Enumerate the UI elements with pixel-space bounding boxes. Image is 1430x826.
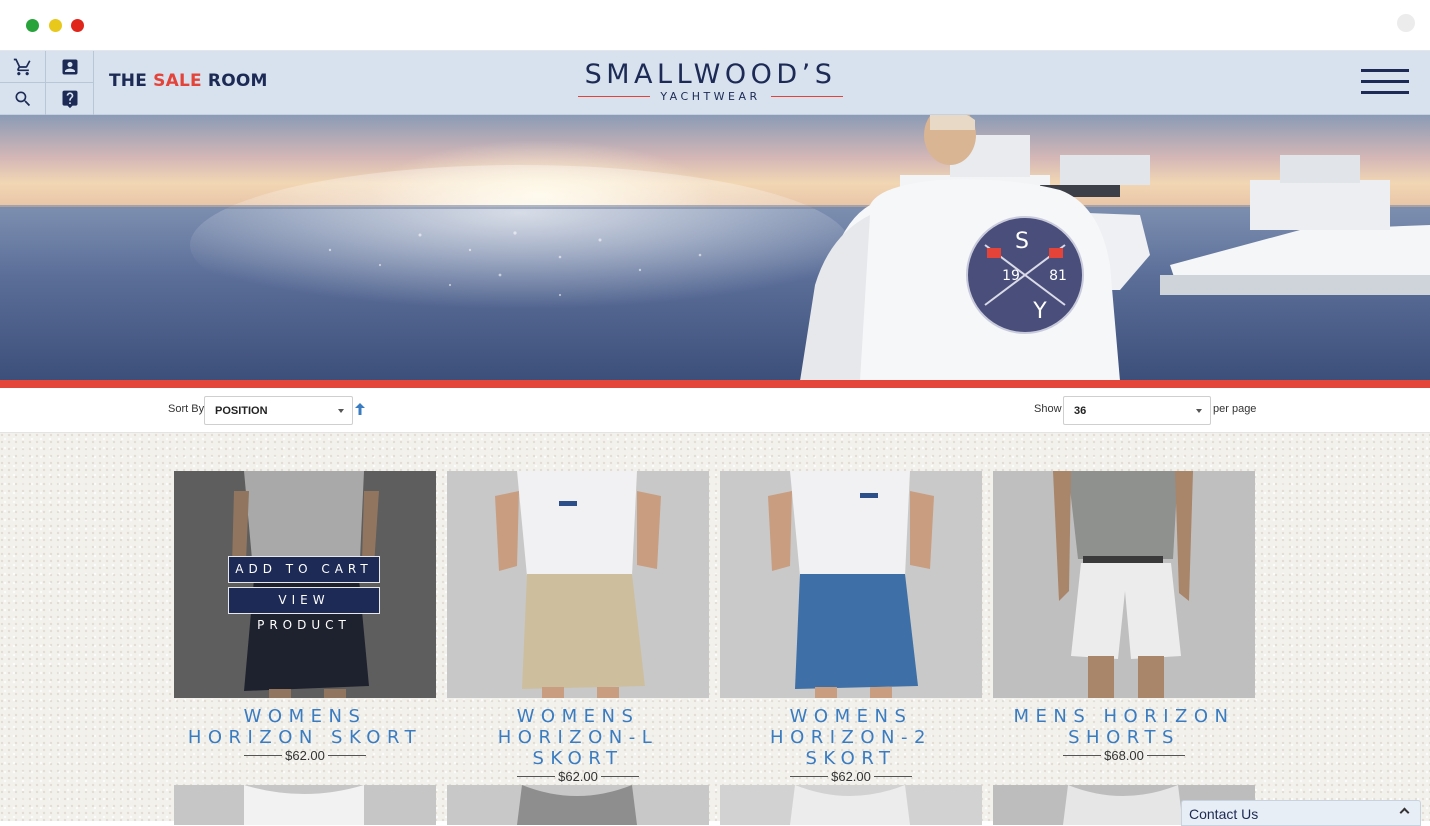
price-rule (1146, 755, 1185, 756)
emblem-year-right: 81 (1049, 268, 1067, 284)
sort-select[interactable]: POSITION (204, 396, 353, 425)
product-photo (447, 471, 709, 698)
page-title: THE SALE ROOM (109, 71, 268, 91)
price-rule (600, 776, 639, 777)
emblem-letter-y: Y (1032, 299, 1047, 324)
search-icon (15, 91, 30, 107)
per-page-label: per page (1213, 403, 1257, 415)
price-rule (244, 755, 283, 756)
per-page-select[interactable]: 36 (1063, 396, 1211, 425)
sort-label: Sort By (168, 403, 205, 415)
price-row: $62.00 (174, 748, 436, 763)
arrow-up-icon[interactable] (355, 403, 365, 415)
search-button[interactable] (0, 83, 46, 115)
product-card-partial[interactable] (174, 785, 436, 825)
product-card[interactable]: MENS HORIZON SHORTS $68.00 (993, 471, 1255, 763)
price-row: $62.00 (447, 769, 709, 784)
hamburger-line (1361, 69, 1409, 72)
product-price: $68.00 (1104, 748, 1144, 763)
product-price: $62.00 (558, 769, 598, 784)
sort-select-value: POSITION (215, 404, 268, 417)
accent-band (0, 380, 1430, 388)
hero-banner: S 19 81 Y (0, 115, 1430, 381)
price-rule (327, 755, 366, 756)
hero-image: S 19 81 Y (0, 115, 1430, 381)
product-name[interactable]: WOMENS HORIZON-2 SKORT (720, 706, 982, 769)
product-price: $62.00 (831, 769, 871, 784)
product-card-partial[interactable] (447, 785, 709, 825)
chevron-down-icon (338, 409, 344, 413)
site-header: THE SALE ROOM SMALLWOOD’S YACHTWEAR (0, 51, 1430, 115)
add-to-cart-button[interactable]: ADD TO CART (228, 556, 380, 583)
logo-tagline: YACHTWEAR (660, 90, 761, 103)
product-photo (174, 785, 436, 825)
chevron-up-icon[interactable] (1399, 807, 1410, 818)
per-page-select-value: 36 (1074, 404, 1087, 417)
price-row: $62.00 (720, 769, 982, 784)
contact-us-widget[interactable]: Contact Us (1181, 800, 1421, 826)
product-image[interactable] (447, 471, 709, 698)
window-close-button[interactable] (71, 19, 84, 32)
chevron-down-icon (1196, 409, 1202, 413)
cart-icon (13, 58, 31, 75)
product-card-partial[interactable] (720, 785, 982, 825)
title-prefix: THE (109, 71, 154, 91)
emblem-letter-s: S (1015, 229, 1029, 254)
profile-icon[interactable] (1397, 14, 1415, 32)
hover-overlay: ADD TO CART VIEW PRODUCT (174, 471, 436, 698)
product-photo (720, 471, 982, 698)
product-image[interactable]: ADD TO CART VIEW PRODUCT (174, 471, 436, 698)
product-name[interactable]: MENS HORIZON SHORTS (993, 706, 1255, 748)
product-card[interactable]: WOMENS HORIZON-L SKORT $62.00 (447, 471, 709, 784)
browser-chrome (0, 0, 1430, 51)
view-product-button[interactable]: VIEW PRODUCT (228, 587, 380, 632)
window-minimize-button[interactable] (49, 19, 62, 32)
product-card[interactable]: WOMENS HORIZON-2 SKORT $62.00 (720, 471, 982, 784)
logo-rule-right (770, 96, 843, 97)
site-logo[interactable]: SMALLWOOD’S YACHTWEAR (568, 60, 853, 106)
cart-button[interactable] (0, 51, 46, 83)
product-card[interactable]: ADD TO CART VIEW PRODUCT WOMENS HORIZON … (174, 471, 436, 763)
show-label: Show (1034, 403, 1062, 415)
title-suffix: ROOM (201, 71, 268, 91)
price-rule (873, 776, 912, 777)
product-photo (720, 785, 982, 825)
product-price: $62.00 (285, 748, 325, 763)
logo-rule-left (578, 96, 651, 97)
price-rule (517, 776, 556, 777)
hamburger-icon[interactable] (1361, 69, 1409, 96)
account-button[interactable] (46, 51, 93, 83)
catalog-toolbar: Sort By POSITION Show 36 per page (0, 388, 1430, 433)
product-photo (447, 785, 709, 825)
account-icon (62, 59, 77, 74)
hamburger-line (1361, 91, 1409, 94)
price-row: $68.00 (993, 748, 1255, 763)
product-photo (993, 471, 1255, 698)
product-name[interactable]: WOMENS HORIZON-L SKORT (447, 706, 709, 769)
contact-us-label: Contact Us (1189, 806, 1259, 822)
logo-subline: YACHTWEAR (568, 90, 853, 103)
help-button[interactable] (46, 83, 93, 115)
header-icon-grid (0, 51, 94, 115)
price-rule (790, 776, 829, 777)
price-rule (1063, 755, 1102, 756)
help-icon (62, 90, 77, 109)
product-image[interactable] (993, 471, 1255, 698)
logo-wordmark: SMALLWOOD’S (584, 59, 837, 90)
emblem-year-left: 19 (1002, 268, 1020, 284)
window-maximize-button[interactable] (26, 19, 39, 32)
product-image[interactable] (720, 471, 982, 698)
hamburger-line (1361, 80, 1409, 83)
product-catalog: ADD TO CART VIEW PRODUCT WOMENS HORIZON … (0, 433, 1430, 825)
product-name[interactable]: WOMENS HORIZON SKORT (174, 706, 436, 748)
title-accent: SALE (153, 71, 202, 91)
